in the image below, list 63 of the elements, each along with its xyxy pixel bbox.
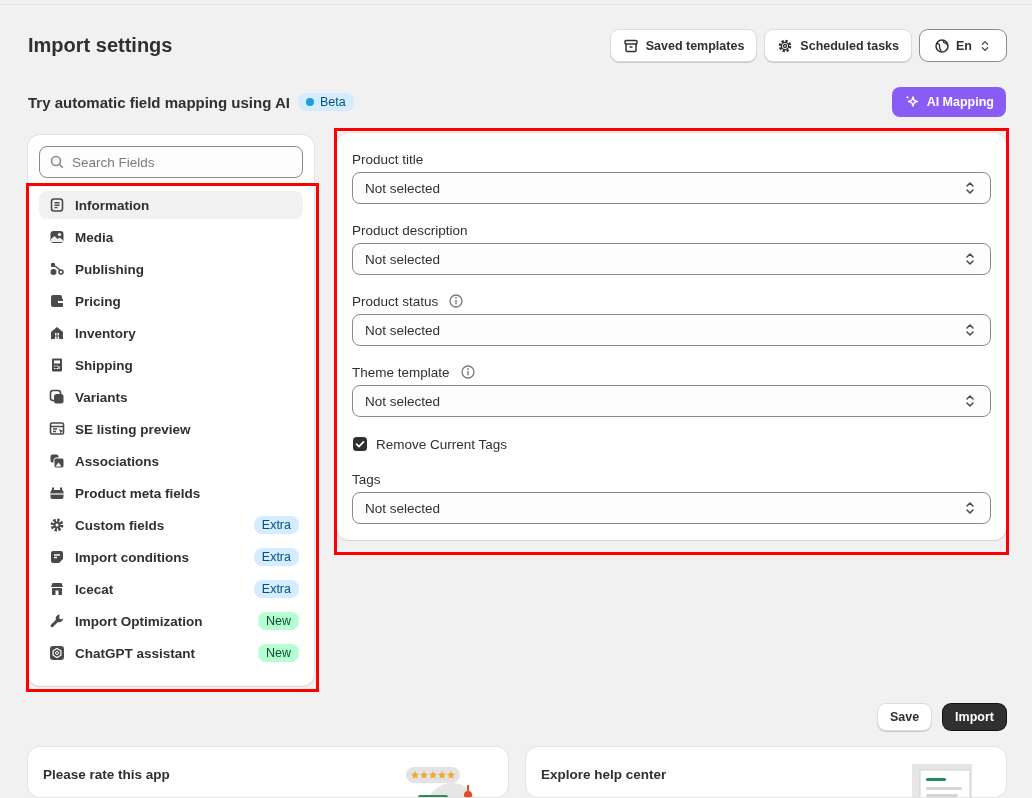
new-badge: New: [258, 644, 299, 662]
sidebar-item[interactable]: ChatGPT assistant New: [39, 639, 303, 667]
import-button[interactable]: Import: [943, 704, 1006, 730]
image-icon: [49, 229, 65, 245]
new-badge: New: [258, 612, 299, 630]
sidebar-item[interactable]: Product meta fields: [39, 479, 303, 507]
store-icon: [49, 581, 65, 597]
calculator-icon: [49, 357, 65, 373]
ai-mapping-text: Try automatic field mapping using AI: [28, 93, 290, 111]
page-title: Import settings: [28, 34, 173, 57]
checkbox[interactable]: [352, 436, 368, 452]
search-icon: [49, 154, 65, 170]
field-label: Product title: [352, 151, 424, 167]
save-button[interactable]: Save: [877, 704, 932, 730]
scheduled-tasks-button[interactable]: Scheduled tasks: [765, 30, 911, 61]
gear-icon: [777, 37, 794, 54]
wrench-icon: [49, 613, 65, 629]
select-field[interactable]: Not selected: [352, 314, 991, 346]
card-title: Explore help center: [541, 767, 667, 782]
images-icon: [49, 453, 65, 469]
ai-mapping-button[interactable]: AI Mapping: [891, 87, 1006, 117]
select-field[interactable]: Not selected: [352, 243, 991, 275]
extra-badge: Extra: [253, 548, 299, 566]
search-field[interactable]: Search Fields: [39, 146, 303, 178]
extra-badge: Extra: [253, 516, 299, 534]
language-select[interactable]: En: [920, 30, 1006, 61]
sidebar-item[interactable]: SE listing preview: [39, 415, 303, 443]
sidebar-item[interactable]: Variants: [39, 383, 303, 411]
field-label: Product status: [352, 293, 439, 309]
sidebar-item[interactable]: Publishing: [39, 255, 303, 283]
browser-icon: [49, 421, 65, 437]
sidebar-item[interactable]: Import Optimization New: [39, 607, 303, 635]
extra-badge: Extra: [253, 580, 299, 598]
wallet-icon: [49, 293, 65, 309]
badge-label: Beta: [320, 95, 346, 109]
archive-icon: [622, 37, 639, 54]
field-label: Theme template: [352, 364, 450, 380]
select-field[interactable]: Not selected: [352, 385, 991, 417]
card-title: Please rate this app: [43, 767, 170, 782]
nodes-icon: [49, 261, 65, 277]
sidebar-item[interactable]: Pricing: [39, 287, 303, 315]
briefcase-icon: [49, 485, 65, 501]
sidebar-item[interactable]: Inventory: [39, 319, 303, 347]
house-icon: [49, 325, 65, 341]
sidebar-item[interactable]: Media: [39, 223, 303, 251]
layers-icon: [49, 389, 65, 405]
globe-icon: [934, 37, 950, 54]
select-field[interactable]: Not selected: [352, 492, 991, 524]
note-icon: [49, 549, 65, 565]
gear-icon: [49, 517, 65, 533]
field-label: Tags: [352, 471, 381, 487]
saved-templates-button[interactable]: Saved templates: [610, 30, 757, 61]
sidebar-item[interactable]: Information: [39, 191, 303, 219]
document-icon: [49, 197, 65, 213]
sidebar-item[interactable]: Shipping: [39, 351, 303, 379]
checkbox-label: Remove Current Tags: [376, 436, 508, 452]
sidebar-item[interactable]: Custom fields Extra: [39, 511, 303, 539]
sidebar-item[interactable]: Icecat Extra: [39, 575, 303, 603]
field-label: Product description: [352, 222, 468, 238]
select-field[interactable]: Not selected: [352, 172, 991, 204]
sidebar-item[interactable]: Associations: [39, 447, 303, 475]
sidebar-item[interactable]: Import conditions Extra: [39, 543, 303, 571]
hexagon-icon: [49, 645, 65, 661]
